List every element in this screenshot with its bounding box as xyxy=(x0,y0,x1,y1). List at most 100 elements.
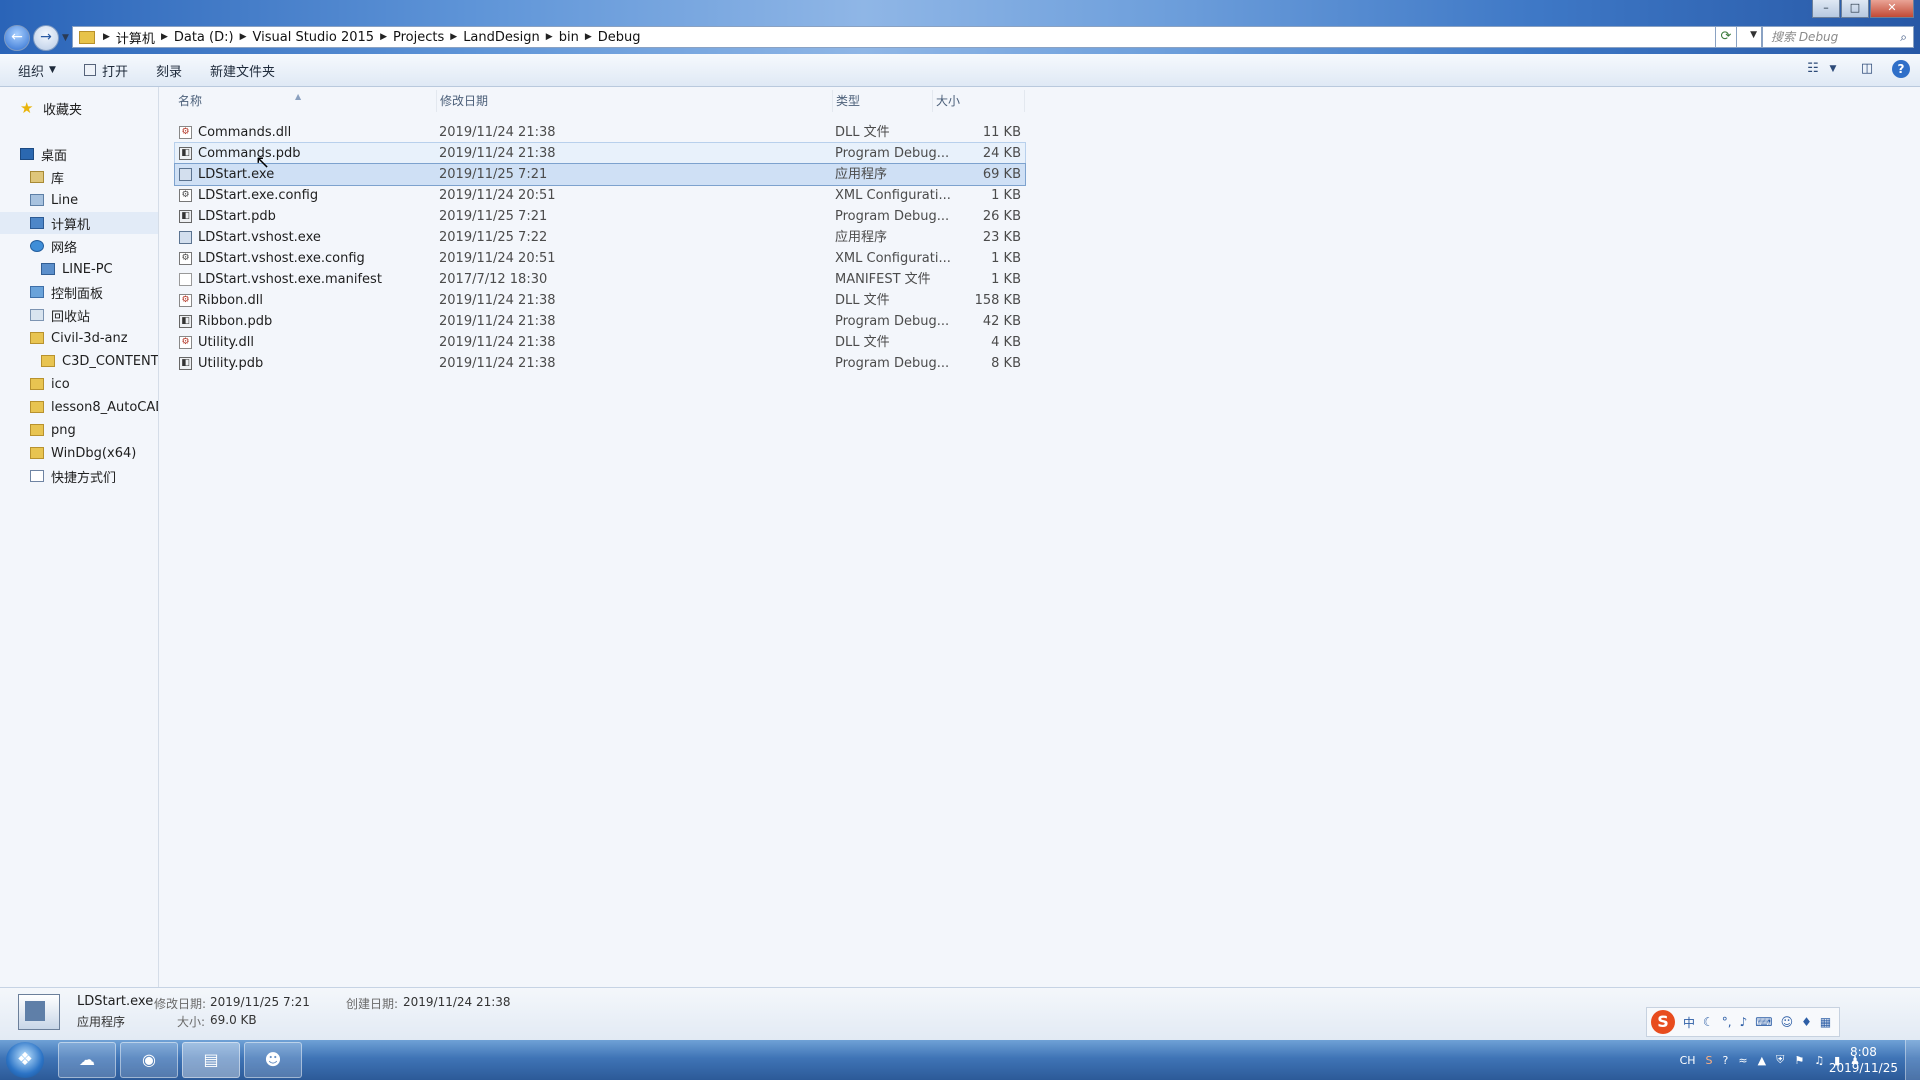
moon-icon[interactable]: ☾ xyxy=(1703,1015,1714,1029)
preview-pane-icon[interactable]: ◫ xyxy=(1858,60,1876,78)
chevron-right-icon[interactable]: ▶ xyxy=(544,32,555,42)
breadcrumb-computer[interactable]: 计算机 xyxy=(112,28,159,47)
file-row[interactable]: ◧ Utility.pdb 2019/11/24 21:38 Program D… xyxy=(175,353,1025,374)
file-row[interactable]: ⚙ Ribbon.dll 2019/11/24 21:38 DLL 文件 158… xyxy=(175,290,1025,311)
file-row-selected[interactable]: LDStart.exe 2019/11/25 7:21 应用程序 69 KB xyxy=(174,163,1026,186)
breadcrumb-bin[interactable]: bin xyxy=(555,30,583,45)
show-desktop-button[interactable] xyxy=(1905,1040,1920,1080)
nav-control-panel[interactable]: 控制面板 xyxy=(30,281,103,303)
maximize-button[interactable]: □ xyxy=(1841,0,1869,18)
breadcrumb-projects[interactable]: Projects xyxy=(389,30,448,45)
chevron-right-icon[interactable]: ▶ xyxy=(378,32,389,42)
volume-icon[interactable]: ♫ xyxy=(1814,1054,1824,1067)
breadcrumb-visual-studio[interactable]: Visual Studio 2015 xyxy=(249,30,379,45)
nav-computer[interactable]: 计算机 xyxy=(0,212,158,234)
grid-icon[interactable]: ▦ xyxy=(1820,1015,1831,1029)
address-dropdown-icon[interactable]: ▼ xyxy=(1750,30,1757,40)
file-row[interactable]: ◧ Ribbon.pdb 2019/11/24 21:38 Program De… xyxy=(175,311,1025,332)
taskbar-app-tool[interactable]: ☻ xyxy=(244,1042,302,1078)
shirt-icon[interactable]: ♦ xyxy=(1801,1015,1812,1029)
nav-folder[interactable]: lesson8_AutoCAD_ xyxy=(30,396,158,418)
file-row[interactable]: ⚙ LDStart.exe.config 2019/11/24 20:51 XM… xyxy=(175,185,1025,206)
breadcrumb-landdesign[interactable]: LandDesign xyxy=(459,30,544,45)
address-bar[interactable]: ▶ 计算机 ▶ Data (D:) ▶ Visual Studio 2015 ▶… xyxy=(72,26,1762,48)
breadcrumb-data-drive[interactable]: Data (D:) xyxy=(170,30,238,45)
language-indicator[interactable]: CH xyxy=(1680,1054,1696,1067)
forward-button[interactable]: → xyxy=(33,25,59,51)
clock[interactable]: 8:08 2019/11/25 xyxy=(1829,1044,1898,1076)
taskbar-app-explorer[interactable]: ▤ xyxy=(182,1042,240,1078)
column-header-type[interactable]: 类型 xyxy=(833,90,933,112)
chevron-right-icon[interactable]: ▶ xyxy=(238,32,249,42)
security-icon[interactable]: ⛨ xyxy=(1776,1053,1784,1067)
chevron-right-icon[interactable]: ▶ xyxy=(448,32,459,42)
microphone-icon[interactable]: ♪ xyxy=(1740,1015,1748,1029)
search-input[interactable]: 搜索 Debug ⌕ xyxy=(1762,26,1914,48)
chevron-right-icon[interactable]: ▶ xyxy=(101,32,112,42)
chevron-up-icon[interactable]: ▲ xyxy=(1758,1054,1766,1067)
nav-label: 网络 xyxy=(51,240,78,256)
column-label: 大小 xyxy=(936,94,961,108)
user-icon[interactable]: ☺ xyxy=(1781,1015,1794,1029)
help-icon[interactable]: ? xyxy=(1892,60,1910,78)
file-row[interactable]: ⚙ Commands.dll 2019/11/24 21:38 DLL 文件 1… xyxy=(175,122,1025,143)
file-size: 4 KB xyxy=(991,335,1021,350)
chevron-right-icon[interactable]: ▶ xyxy=(583,32,594,42)
computer-icon xyxy=(30,217,44,229)
close-button[interactable]: ✕ xyxy=(1870,0,1914,18)
nav-favorites[interactable]: ★ 收藏夹 xyxy=(20,97,82,119)
wifi-icon[interactable]: ≈ xyxy=(1738,1054,1747,1067)
star-icon: ★ xyxy=(20,99,34,117)
punctuation-icon[interactable]: °, xyxy=(1722,1015,1732,1029)
file-size: 69 KB xyxy=(982,167,1021,182)
chevron-down-icon[interactable]: ▼ xyxy=(1824,60,1842,78)
column-header-date[interactable]: 修改日期 xyxy=(437,90,833,112)
minimize-button[interactable]: – xyxy=(1812,0,1840,18)
burn-button[interactable]: 刻录 xyxy=(146,61,192,80)
details-file-name: LDStart.exe xyxy=(77,994,154,1009)
column-header-name[interactable]: ▲ 名称 xyxy=(175,90,437,112)
nav-folder[interactable]: Civil-3d-anz xyxy=(30,327,128,349)
start-button[interactable]: ❖ xyxy=(6,1042,44,1078)
nav-folder[interactable]: WinDbg(x64) xyxy=(30,442,136,464)
view-options-icon[interactable]: ☷ xyxy=(1804,60,1822,78)
nav-folder[interactable]: png xyxy=(30,419,76,441)
nav-line-pc[interactable]: LINE-PC xyxy=(41,258,113,280)
breadcrumb-debug[interactable]: Debug xyxy=(594,30,645,45)
history-dropdown-icon[interactable]: ▼ xyxy=(62,33,69,43)
help-tray-icon[interactable]: ? xyxy=(1723,1054,1729,1067)
nav-folder[interactable]: ico xyxy=(30,373,70,395)
file-row[interactable]: ⚙ Utility.dll 2019/11/24 21:38 DLL 文件 4 … xyxy=(175,332,1025,353)
chevron-right-icon[interactable]: ▶ xyxy=(159,32,170,42)
flag-icon[interactable]: ⚑ xyxy=(1794,1054,1804,1067)
file-row[interactable]: LDStart.vshost.exe.manifest 2017/7/12 18… xyxy=(175,269,1025,290)
nav-folder[interactable]: C3D_CONTENT_A xyxy=(41,350,158,372)
nav-recycle-bin[interactable]: 回收站 xyxy=(30,304,90,326)
taskbar-app-wechat[interactable]: ☁ xyxy=(58,1042,116,1078)
organize-button[interactable]: 组织 ▼ xyxy=(8,61,66,80)
nav-libraries[interactable]: 库 xyxy=(30,166,64,188)
nav-desktop[interactable]: 桌面 xyxy=(20,143,67,165)
file-row[interactable]: ◧ LDStart.pdb 2019/11/25 7:21 Program De… xyxy=(175,206,1025,227)
file-row[interactable]: LDStart.vshost.exe 2019/11/25 7:22 应用程序 … xyxy=(175,227,1025,248)
back-button[interactable]: ← xyxy=(4,25,30,51)
search-icon[interactable]: ⌕ xyxy=(1900,27,1907,47)
open-button[interactable]: 打开 xyxy=(74,61,138,80)
keyboard-icon[interactable]: ⌨ xyxy=(1755,1015,1772,1029)
ime-mode[interactable]: 中 xyxy=(1683,1014,1695,1031)
title-bar: – □ ✕ ← → ▼ ▶ 计算机 ▶ Data (D:) ▶ Visual S… xyxy=(0,0,1920,54)
shortcut-icon xyxy=(30,470,44,482)
column-header-size[interactable]: 大小 xyxy=(933,90,1025,112)
refresh-button[interactable]: ⟳ xyxy=(1715,26,1737,48)
nav-folder[interactable]: 快捷方式们 xyxy=(30,465,116,487)
nav-network[interactable]: 网络 xyxy=(30,235,77,257)
taskbar-app-firefox[interactable]: ◉ xyxy=(120,1042,178,1078)
pdb-file-icon: ◧ xyxy=(179,210,192,223)
nav-user[interactable]: Line xyxy=(30,189,78,211)
sogou-tray-icon[interactable]: S xyxy=(1706,1054,1713,1067)
sogou-icon[interactable]: S xyxy=(1651,1010,1675,1034)
nav-label: ico xyxy=(51,376,70,392)
file-row[interactable]: ⚙ LDStart.vshost.exe.config 2019/11/24 2… xyxy=(175,248,1025,269)
new-folder-button[interactable]: 新建文件夹 xyxy=(200,61,285,80)
file-row[interactable]: ◧ Commands.pdb 2019/11/24 21:38 Program … xyxy=(174,142,1026,165)
